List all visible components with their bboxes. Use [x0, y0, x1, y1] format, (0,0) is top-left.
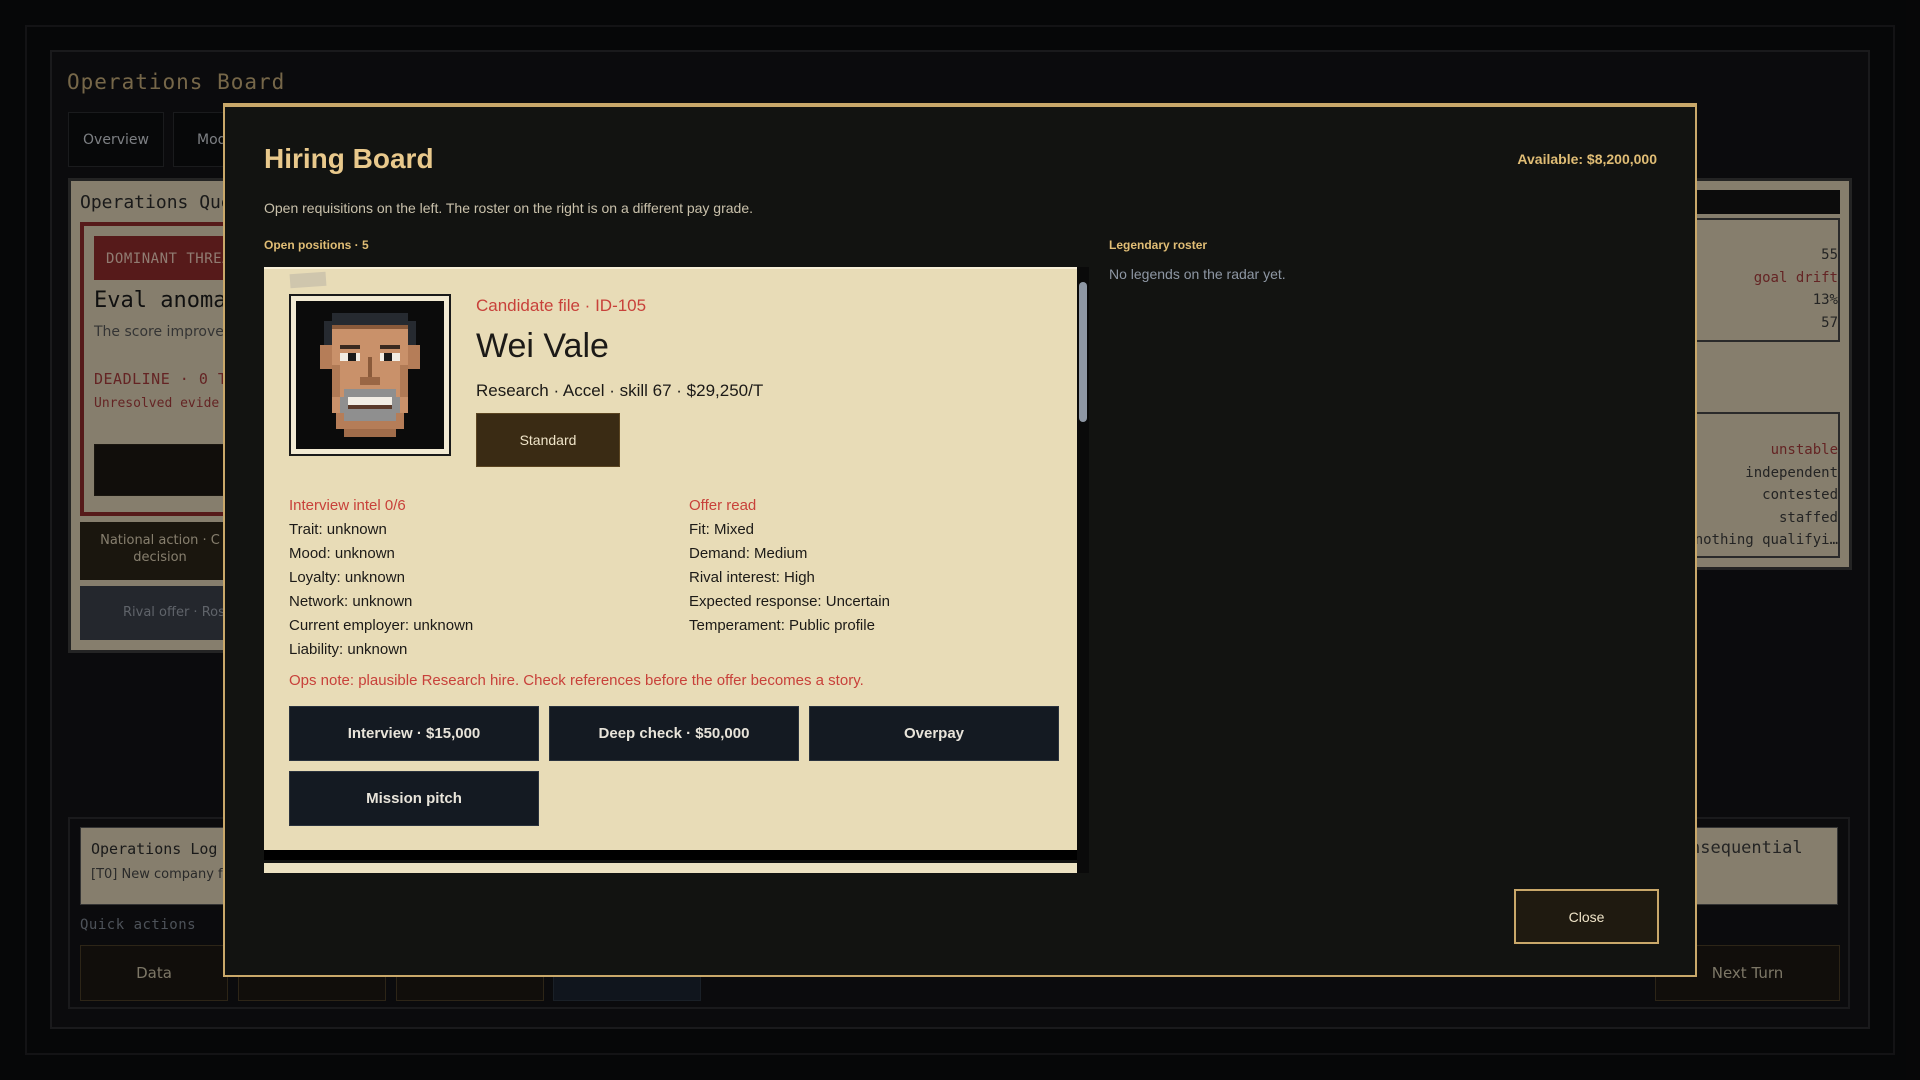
next-candidate-card[interactable] — [264, 863, 1077, 873]
card-divider — [264, 850, 1077, 860]
overpay-button[interactable]: Overpay — [809, 706, 1059, 761]
hiring-board-modal: Hiring Board Available: $8,200,000 Open … — [223, 103, 1697, 977]
modal-subtitle: Open requisitions on the left. The roste… — [264, 200, 754, 216]
available-funds: Available: $8,200,000 — [1517, 151, 1657, 167]
scrollbar-thumb[interactable] — [1079, 282, 1087, 422]
intel-network: Network: unknown — [289, 593, 413, 610]
modal-title: Hiring Board — [264, 143, 434, 174]
interview-intel-heading: Interview intel 0/6 — [289, 497, 406, 514]
offer-fit: Fit: Mixed — [689, 521, 755, 538]
tier-standard-button[interactable]: Standard — [476, 413, 620, 467]
open-positions-label: Open positions · 5 — [264, 238, 369, 252]
candidate-name: Wei Vale — [476, 327, 609, 365]
deep-check-button[interactable]: Deep check · $50,000 — [549, 706, 799, 761]
legendary-roster-empty: No legends on the radar yet. — [1109, 266, 1286, 282]
offer-demand: Demand: Medium — [689, 545, 808, 562]
mission-pitch-button[interactable]: Mission pitch — [289, 771, 539, 826]
close-button[interactable]: Close — [1514, 889, 1659, 944]
ops-note: Ops note: plausible Research hire. Check… — [289, 672, 864, 689]
offer-temperament: Temperament: Public profile — [689, 617, 875, 634]
portrait-pixel-face — [296, 301, 444, 449]
interview-intel-column: Interview intel 0/6 Trait: unknown Mood:… — [289, 497, 473, 665]
intel-trait: Trait: unknown — [289, 521, 387, 538]
candidate-card: Candidate file · ID-105 Wei Vale Researc… — [264, 267, 1077, 852]
candidate-meta: Research · Accel · skill 67 · $29,250/T — [476, 381, 764, 400]
tape-decoration — [289, 271, 327, 289]
intel-loyalty: Loyalty: unknown — [289, 569, 405, 586]
offer-rival-interest: Rival interest: High — [689, 569, 815, 586]
offer-expected-response: Expected response: Uncertain — [689, 593, 890, 610]
candidate-portrait — [289, 294, 451, 456]
interview-button[interactable]: Interview · $15,000 — [289, 706, 539, 761]
intel-liability: Liability: unknown — [289, 641, 408, 658]
candidate-list[interactable]: Candidate file · ID-105 Wei Vale Researc… — [264, 267, 1086, 873]
intel-current-employer: Current employer: unknown — [289, 617, 474, 634]
legendary-roster-label: Legendary roster — [1109, 238, 1208, 252]
intel-mood: Mood: unknown — [289, 545, 395, 562]
offer-read-column: Offer read Fit: Mixed Demand: Medium Riv… — [689, 497, 890, 641]
candidate-file-label: Candidate file · ID-105 — [476, 296, 647, 315]
offer-read-heading: Offer read — [689, 497, 757, 514]
